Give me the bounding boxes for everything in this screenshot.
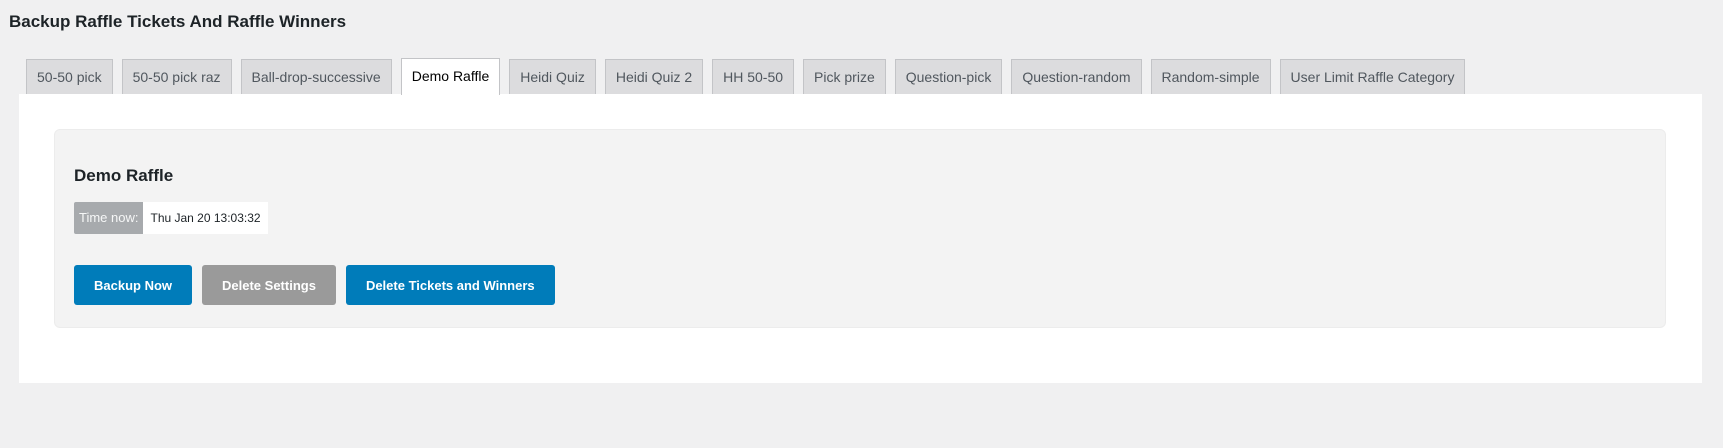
page-title: Backup Raffle Tickets And Raffle Winners — [9, 12, 347, 31]
tab-random-simple[interactable]: Random-simple — [1150, 59, 1271, 95]
raffle-title: Demo Raffle — [74, 166, 174, 185]
tab-question-random[interactable]: Question-random — [1011, 59, 1142, 95]
backup-now-button[interactable]: Backup Now — [74, 265, 193, 305]
tab-heidi-quiz[interactable]: Heidi Quiz — [509, 59, 596, 95]
tab-hh-50-50[interactable]: HH 50-50 — [712, 59, 795, 95]
raffle-card: Demo Raffle Time now: Thu Jan 20 13:03:3… — [54, 129, 1666, 328]
raffle-tabs: 50-50 pick 50-50 pick raz Ball-drop-succ… — [26, 58, 1474, 95]
tab-50-50-pick-raz[interactable]: 50-50 pick raz — [121, 59, 232, 95]
tab-user-limit-raffle-category[interactable]: User Limit Raffle Category — [1279, 59, 1466, 95]
tab-50-50-pick[interactable]: 50-50 pick — [26, 59, 113, 95]
time-now-value: Thu Jan 20 13:03:32 — [143, 202, 268, 234]
tab-content-panel: Demo Raffle Time now: Thu Jan 20 13:03:3… — [19, 94, 1702, 383]
time-now-display: Time now: Thu Jan 20 13:03:32 — [74, 202, 268, 234]
tab-ball-drop-successive[interactable]: Ball-drop-successive — [240, 59, 392, 95]
tab-question-pick[interactable]: Question-pick — [894, 59, 1003, 95]
tab-demo-raffle[interactable]: Demo Raffle — [400, 58, 501, 95]
delete-tickets-and-winners-button[interactable]: Delete Tickets and Winners — [345, 265, 555, 305]
action-buttons: Backup Now Delete Settings Delete Ticket… — [74, 265, 555, 305]
tab-heidi-quiz-2[interactable]: Heidi Quiz 2 — [604, 59, 704, 95]
delete-settings-button[interactable]: Delete Settings — [202, 265, 336, 305]
time-now-label: Time now: — [74, 202, 144, 234]
tab-pick-prize[interactable]: Pick prize — [803, 59, 886, 95]
